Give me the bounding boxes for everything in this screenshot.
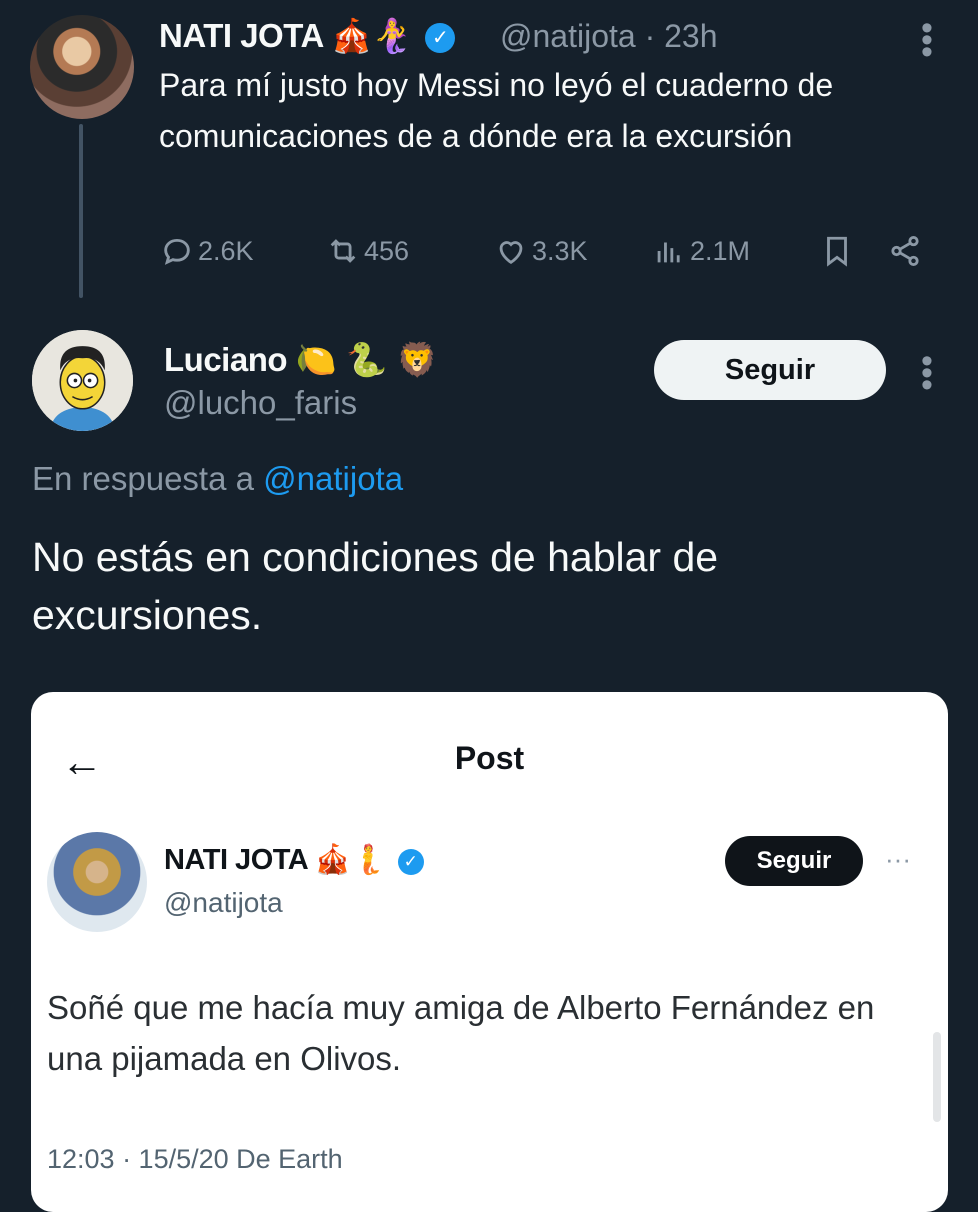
verified-badge-icon: ✓ [397, 849, 424, 875]
reply-count: 2.6K [198, 235, 254, 266]
name-emojis: 🎪🧜‍♀️ [331, 16, 413, 55]
share-button[interactable] [888, 234, 922, 268]
simpsons-avatar-icon [32, 330, 133, 431]
author-name[interactable]: Luciano 🍋 🐍 🦁 [164, 340, 438, 380]
name-emojis: 🍋 🐍 🦁 [295, 340, 438, 379]
bookmark-icon [827, 236, 847, 267]
reply-prefix: En respuesta a [32, 460, 254, 497]
thread-connector [79, 124, 83, 298]
bookmark-button[interactable] [820, 234, 854, 268]
heart-icon [499, 241, 523, 264]
embedded-author-handle: @natijota [164, 887, 283, 918]
embedded-more-icon: ··· [885, 844, 911, 874]
like-button[interactable]: 3.3K [494, 234, 588, 268]
retweet-button[interactable]: 456 [326, 234, 409, 268]
analytics-icon [657, 242, 680, 263]
retweet-icon [330, 239, 356, 263]
follow-button[interactable]: Seguir [654, 340, 886, 400]
embedded-follow-button: Seguir [725, 836, 863, 886]
author-name[interactable]: NATI JOTA 🎪🧜‍♀️ ✓ [159, 16, 456, 56]
reply-icon [164, 238, 190, 265]
avatar[interactable] [32, 330, 133, 431]
like-count: 3.3K [532, 235, 588, 266]
author-handle[interactable]: @natijota [500, 18, 636, 54]
avatar[interactable] [30, 15, 134, 119]
more-options-icon[interactable]: • • • [912, 344, 942, 402]
name-emojis: 🎪🧜 [314, 842, 387, 876]
reply-context: En respuesta a @natijota [32, 460, 403, 498]
reply-button[interactable]: 2.6K [160, 234, 254, 268]
embedded-tweet-meta: 12:03 · 15/5/20 De Earth [47, 1144, 343, 1174]
embedded-tweet-text: Soñé que me hacía muy amiga de Alberto F… [47, 989, 875, 1077]
separator-dot: · [644, 18, 665, 54]
tweet-actions: 2.6K 456 3.3K 2.1M [160, 234, 940, 278]
tweet-time[interactable]: 23h [664, 18, 717, 54]
embedded-image[interactable]: ← Post NATI JOTA 🎪🧜 ✓ @natijota Seguir ·… [31, 692, 948, 1212]
author-name-text: Luciano [164, 341, 288, 378]
embedded-author-name-text: NATI JOTA [164, 844, 308, 876]
share-icon [891, 235, 919, 267]
more-options-icon[interactable]: • • • [912, 11, 942, 69]
views-button[interactable]: 2.1M [652, 234, 750, 268]
embedded-author-name: NATI JOTA 🎪🧜 ✓ [164, 842, 424, 877]
avatar [47, 832, 147, 932]
tweet-text: Para mí justo hoy Messi no leyó el cuade… [159, 67, 834, 154]
reply-handle-link[interactable]: @natijota [263, 460, 403, 497]
embedded-page-title: Post [454, 740, 525, 776]
retweet-count: 456 [364, 235, 410, 266]
author-handle[interactable]: @lucho_faris [164, 384, 357, 422]
view-count: 2.1M [690, 235, 751, 266]
author-name-text: NATI JOTA [159, 17, 323, 54]
handle-time: @natijota · 23h [500, 18, 718, 55]
verified-badge-icon: ✓ [425, 23, 456, 53]
tweet-text: No estás en condiciones de hablar de exc… [32, 534, 719, 638]
embedded-scrollbar [933, 1032, 941, 1122]
